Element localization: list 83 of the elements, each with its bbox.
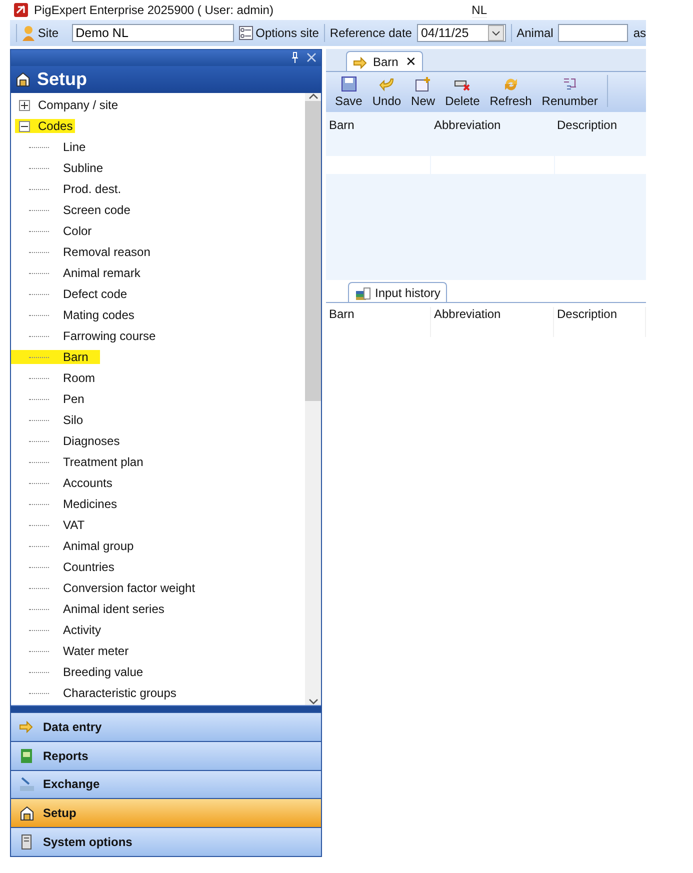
language-label: NL xyxy=(472,2,487,18)
house-icon xyxy=(15,71,31,88)
tree-item[interactable]: Farrowing course xyxy=(61,329,168,344)
window-title: PigExpert Enterprise 2025900 ( User: admin) xyxy=(34,3,274,17)
reports-icon xyxy=(19,748,35,764)
tree-item[interactable]: Diagnoses xyxy=(61,434,132,448)
app-logo-icon xyxy=(14,3,28,17)
tree-item[interactable]: Water meter xyxy=(61,644,141,658)
tree-item[interactable]: VAT xyxy=(61,518,97,532)
refresh-button[interactable]: Refresh xyxy=(484,72,537,108)
toggle-box[interactable] xyxy=(19,120,30,132)
column-header[interactable]: Barn xyxy=(326,307,431,337)
tree-item[interactable]: Medicines xyxy=(61,497,130,512)
renumber-icon xyxy=(562,76,578,92)
undo-button[interactable]: Undo xyxy=(367,72,406,108)
tree-item[interactable]: Animal ident series xyxy=(61,602,176,616)
tree-item[interactable]: Pen xyxy=(61,392,96,406)
scrollbar[interactable] xyxy=(305,92,321,705)
arrow-right-icon xyxy=(353,54,369,68)
animal-field[interactable] xyxy=(558,24,628,42)
tree-item[interactable]: Prod. dest. xyxy=(61,182,134,196)
expand-icon xyxy=(21,102,28,109)
site-field[interactable]: Demo NL xyxy=(72,24,234,42)
undo-icon xyxy=(378,76,395,92)
tree-item[interactable]: Company / site xyxy=(36,98,120,112)
tree-item[interactable]: Line xyxy=(61,140,98,154)
tree-item[interactable]: Activity xyxy=(61,623,114,638)
tree-item[interactable]: Defect code xyxy=(61,287,140,302)
new-button[interactable]: New xyxy=(406,72,440,108)
site-button[interactable]: Site xyxy=(22,25,59,41)
nav-button[interactable]: Exchange xyxy=(11,770,321,798)
tree-item[interactable]: Mating codes xyxy=(61,308,146,322)
chevron-down-icon xyxy=(308,698,318,705)
nav-button[interactable]: Setup xyxy=(11,798,321,828)
input-history-tab[interactable]: Input history xyxy=(348,282,448,302)
refresh-icon xyxy=(502,76,519,92)
column-header[interactable]: Abbreviation xyxy=(431,118,554,156)
close-icon xyxy=(307,53,316,62)
pin-icon xyxy=(291,52,299,64)
floppy-icon xyxy=(340,76,357,92)
animal-label: Animal xyxy=(516,26,554,40)
tree-item[interactable]: Treatment plan xyxy=(61,455,156,470)
tree-item[interactable]: Room xyxy=(61,371,108,386)
new-icon xyxy=(415,76,432,92)
tree-item[interactable]: Silo xyxy=(61,413,96,428)
tree-item[interactable]: Removal reason xyxy=(61,245,162,260)
nav-button[interactable]: System options xyxy=(11,827,321,856)
exchange-icon xyxy=(19,776,35,792)
tree-item[interactable]: Breeding value xyxy=(61,665,156,680)
delete-button[interactable]: Delete xyxy=(440,72,485,108)
options-site-button[interactable]: Options site xyxy=(238,26,319,40)
person-icon xyxy=(22,25,35,41)
tree-item[interactable]: Conversion factor weight xyxy=(61,581,208,596)
setup-icon xyxy=(19,805,35,822)
entry-icon xyxy=(19,718,35,735)
tree-item[interactable]: Accounts xyxy=(61,476,124,490)
chevron-down-icon xyxy=(492,30,500,36)
tree-item[interactable]: Screen code xyxy=(61,203,142,218)
column-header[interactable]: Barn xyxy=(326,118,431,156)
renumber-button[interactable]: Renumber xyxy=(536,72,603,108)
chevron-up-icon xyxy=(308,92,318,99)
column-header[interactable]: Abbreviation xyxy=(431,307,554,337)
tree-item[interactable]: Animal group xyxy=(61,539,146,554)
tree-item[interactable]: Countries xyxy=(61,560,126,574)
toolbar-label: as xyxy=(633,26,646,40)
save-button[interactable]: Save xyxy=(330,72,368,108)
close-icon[interactable]: ✕ xyxy=(405,54,416,69)
panel-title: Setup xyxy=(37,68,88,90)
tree-item[interactable]: Subline xyxy=(61,161,116,176)
reference-date-field[interactable]: 04/11/25 xyxy=(416,24,506,42)
column-header[interactable]: Description xyxy=(554,307,646,337)
splitter-bar[interactable] xyxy=(11,704,321,712)
list-icon xyxy=(238,26,253,40)
tree-item[interactable]: Animal remark xyxy=(61,266,152,280)
tree-item[interactable]: Characteristic groups xyxy=(61,686,188,700)
nav-button[interactable]: Data entry xyxy=(11,712,321,741)
toggle-box[interactable] xyxy=(19,100,30,111)
column-header[interactable]: Description xyxy=(554,118,646,156)
nav-button[interactable]: Reports xyxy=(11,740,321,770)
reference-date-label: Reference date xyxy=(330,26,412,40)
document-tab[interactable]: Barn ✕ xyxy=(346,51,424,71)
books-icon xyxy=(355,286,371,300)
tree-item[interactable]: Color xyxy=(61,224,104,238)
